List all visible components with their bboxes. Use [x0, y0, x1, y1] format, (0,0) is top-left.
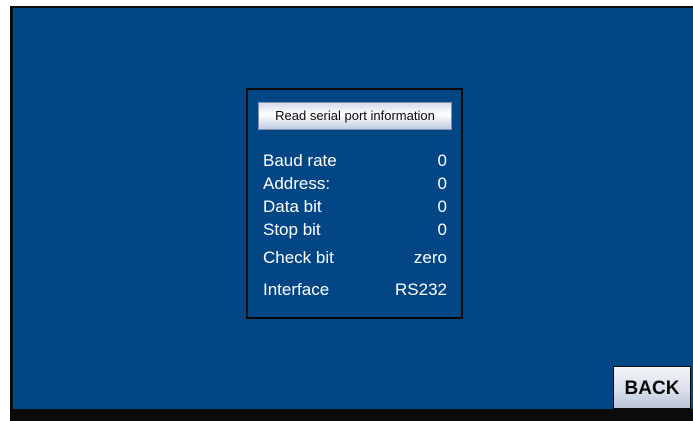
bottom-bar	[13, 409, 693, 421]
data-bit-value: 0	[437, 197, 447, 216]
row-address: Address: 0	[263, 173, 447, 195]
interface-label: Interface	[263, 280, 330, 299]
baud-rate-label: Baud rate	[263, 151, 337, 170]
check-bit-value: zero	[413, 248, 447, 267]
address-value: 0	[437, 174, 447, 193]
interface-value: RS232	[395, 280, 447, 299]
row-check-bit: Check bit zero	[263, 247, 447, 269]
row-stop-bit: Stop bit 0	[263, 219, 447, 241]
stop-bit-value: 0	[437, 220, 447, 239]
row-baud-rate: Baud rate 0	[263, 150, 447, 172]
back-button[interactable]: BACK	[613, 366, 691, 409]
address-label: Address:	[263, 174, 331, 193]
serial-info-title[interactable]: Read serial port information	[258, 102, 452, 130]
data-bit-label: Data bit	[263, 197, 322, 216]
baud-rate-value: 0	[437, 151, 447, 170]
serial-info-panel: Read serial port information Baud rate 0…	[246, 88, 463, 319]
stop-bit-label: Stop bit	[263, 220, 321, 239]
row-interface: Interface RS232	[263, 279, 447, 301]
row-data-bit: Data bit 0	[263, 196, 447, 218]
check-bit-label: Check bit	[263, 248, 334, 267]
